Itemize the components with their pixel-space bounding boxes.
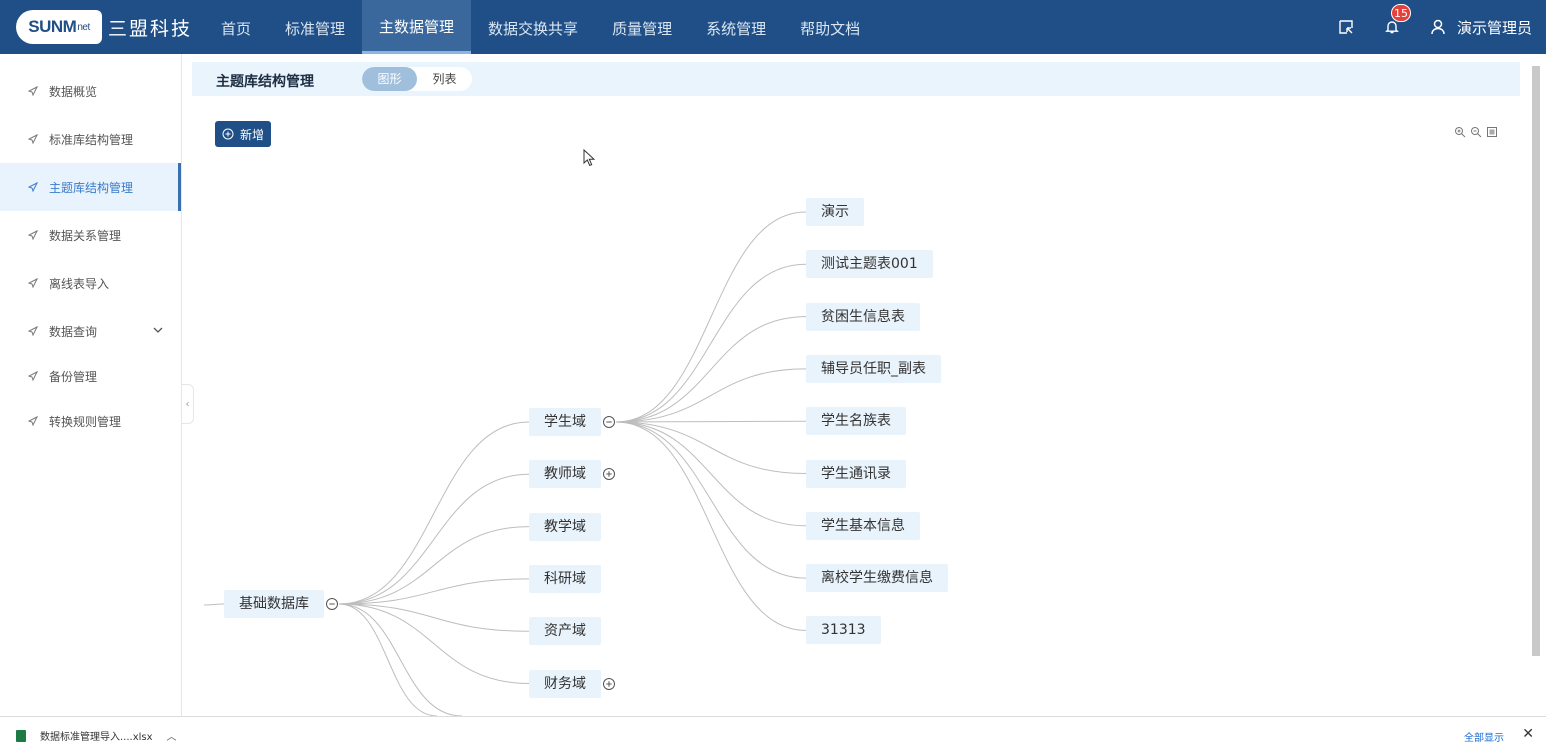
logo-badge-text: SUNM	[28, 17, 77, 36]
main-nav: 首页 标准管理 主数据管理 数据交换共享 质量管理 系统管理 帮助文档	[204, 0, 877, 54]
close-icon[interactable]: ✕	[1522, 726, 1534, 742]
sidebar-item-label: 主题库结构管理	[49, 180, 134, 195]
tree-connector	[615, 211, 807, 423]
tree-node-domain[interactable]: 教师域	[529, 460, 601, 489]
tree-connector	[338, 603, 530, 632]
main-content: 主题库结构管理 图形 列表 新增 基础数据库 学生域 教师域 教学域 科研域 资产域 财务域…	[192, 62, 1520, 716]
sidebar-item-label: 数据查询	[49, 324, 98, 339]
send-arrow-icon	[28, 278, 38, 288]
top-nav-bar: SUNM net 三盟科技 首页 标准管理 主数据管理 数据交换共享 质量管理 系…	[0, 0, 1546, 54]
excel-file-icon	[16, 729, 26, 742]
logo[interactable]: SUNM net 三盟科技	[16, 8, 192, 46]
exit-fullscreen-icon[interactable]	[1337, 18, 1355, 36]
nav-item-system[interactable]: 系统管理	[689, 0, 783, 54]
tree-node-domain[interactable]: 科研域	[529, 564, 601, 593]
tree-node-table[interactable]: 测试主题表001	[806, 250, 933, 279]
tree-node-table[interactable]: 学生名族表	[806, 407, 906, 436]
logo-badge: SUNM net	[16, 10, 102, 44]
tree-connector	[615, 263, 807, 423]
sidebar-item-data-relation[interactable]: 数据关系管理	[0, 211, 181, 259]
sidebar-item-offline-import[interactable]: 离线表导入	[0, 259, 181, 307]
nav-item-standard-management[interactable]: 标准管理	[268, 0, 362, 54]
send-arrow-icon	[28, 230, 38, 240]
notification-badge: 15	[1390, 4, 1411, 22]
tree-node-domain[interactable]: 财务域	[529, 669, 601, 698]
tree-connector	[338, 578, 530, 605]
send-arrow-icon	[28, 371, 38, 381]
nav-item-data-exchange[interactable]: 数据交换共享	[471, 0, 595, 54]
tree-node-root[interactable]: 基础数据库	[224, 590, 324, 618]
nav-item-home[interactable]: 首页	[204, 0, 268, 54]
tree-connector	[338, 473, 530, 605]
tree-node-domain[interactable]: 学生域	[529, 408, 601, 436]
tree-connector	[615, 316, 807, 423]
tree-connector	[615, 421, 807, 527]
user-menu[interactable]: 演示管理员	[1429, 17, 1532, 38]
send-arrow-icon	[28, 134, 38, 144]
tree-node-table[interactable]: 31313	[806, 616, 881, 645]
collapse-node-icon[interactable]	[602, 415, 616, 429]
expand-node-icon[interactable]	[602, 677, 616, 691]
send-arrow-icon	[28, 86, 38, 96]
tree-connector	[615, 420, 807, 423]
sidebar-item-theme-structure[interactable]: 主题库结构管理	[0, 163, 181, 211]
tree-node-table[interactable]: 学生基本信息	[806, 511, 920, 540]
sidebar-item-label: 备份管理	[49, 369, 98, 384]
sidebar-item-label: 数据概览	[49, 84, 98, 99]
mouse-cursor-icon	[583, 149, 595, 167]
sidebar-item-label: 数据关系管理	[49, 228, 122, 243]
sidebar-item-conversion-rules[interactable]: 转换规则管理	[0, 397, 181, 445]
tree-node-domain[interactable]: 资产域	[529, 617, 601, 646]
sidebar-item-data-overview[interactable]: 数据概览	[0, 67, 181, 115]
tree-node-table[interactable]: 学生通讯录	[806, 459, 906, 488]
tree-node-domain[interactable]: 教学域	[529, 512, 601, 541]
collapse-node-icon[interactable]	[325, 597, 339, 611]
sidebar-item-label: 离线表导入	[49, 276, 110, 291]
nav-item-master-data[interactable]: 主数据管理	[362, 0, 472, 54]
top-right-tools: 15 演示管理员	[1337, 0, 1532, 54]
tree-node-table[interactable]: 演示	[806, 198, 864, 226]
send-arrow-icon	[28, 416, 38, 426]
sidebar-item-data-query[interactable]: 数据查询	[0, 307, 181, 355]
send-arrow-icon	[28, 182, 38, 192]
tree-connector	[338, 603, 463, 716]
tree-connector	[615, 421, 807, 631]
chevron-down-icon	[153, 327, 163, 333]
chevron-up-icon[interactable]: ︿	[167, 728, 177, 743]
tree-connector	[203, 603, 225, 606]
tree-connector	[338, 603, 530, 684]
show-all-downloads-link[interactable]: 全部显示	[1464, 729, 1504, 744]
download-file-name: 数据标准管理导入....xlsx	[40, 732, 153, 743]
tree-connector	[615, 421, 807, 579]
tree-node-table[interactable]: 贫困生信息表	[806, 302, 920, 331]
tree-connector	[338, 421, 530, 605]
download-item[interactable]: 数据标准管理导入....xlsx ︿	[16, 728, 177, 743]
tree-connector	[338, 526, 530, 605]
sidebar-item-standard-structure[interactable]: 标准库结构管理	[0, 115, 181, 163]
sidebar-item-label: 转换规则管理	[49, 414, 122, 429]
download-bar: 数据标准管理导入....xlsx ︿ 全部显示 ✕	[0, 716, 1546, 754]
bell-icon[interactable]: 15	[1383, 4, 1411, 36]
send-arrow-icon	[28, 326, 38, 336]
vertical-scrollbar[interactable]	[1530, 60, 1540, 658]
sidebar-item-backup[interactable]: 备份管理	[0, 355, 181, 397]
nav-item-help[interactable]: 帮助文档	[783, 0, 877, 54]
brand-name: 三盟科技	[108, 17, 193, 40]
user-icon	[1431, 19, 1445, 35]
tree-node-table[interactable]: 辅导员任职_副表	[806, 354, 941, 383]
logo-badge-suffix: net	[77, 21, 90, 33]
sidebar: 数据概览 标准库结构管理 主题库结构管理 数据关系管理 离线表导入 数据查询 备…	[0, 54, 182, 716]
expand-node-icon[interactable]	[602, 467, 616, 481]
nav-item-quality[interactable]: 质量管理	[595, 0, 689, 54]
scrollbar-thumb[interactable]	[1532, 66, 1540, 656]
sidebar-item-label: 标准库结构管理	[49, 132, 134, 147]
tree-connector	[338, 603, 438, 716]
tree-node-table[interactable]: 离校学生缴费信息	[806, 564, 948, 593]
username: 演示管理员	[1456, 18, 1532, 37]
